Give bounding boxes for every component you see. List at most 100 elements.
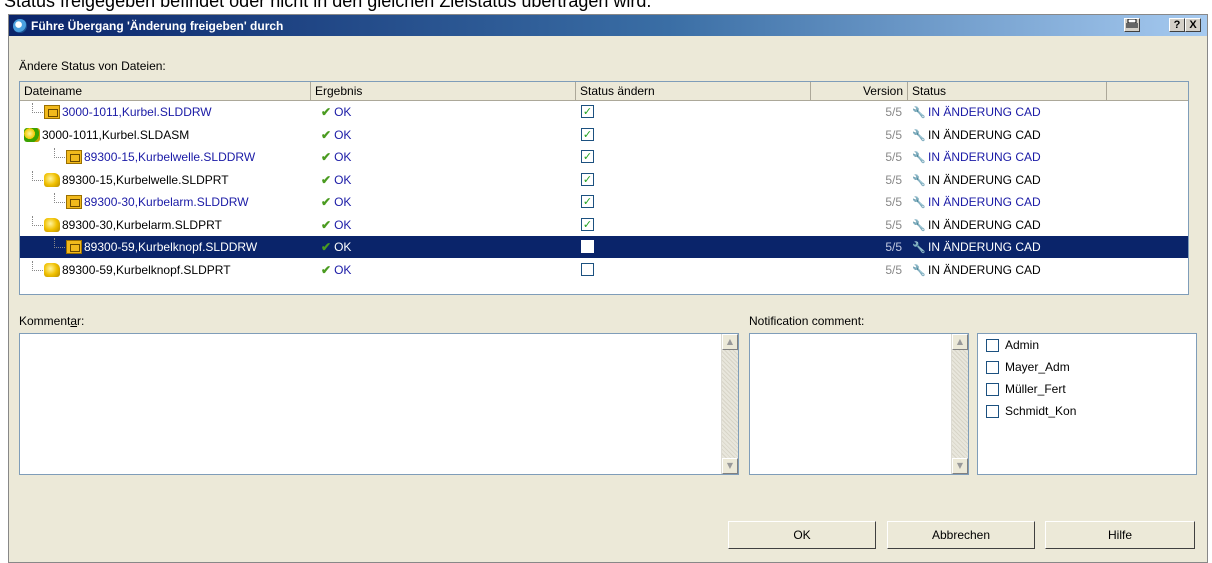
user-checkbox[interactable] xyxy=(986,338,999,352)
scroll-down-icon[interactable]: ▼ xyxy=(952,458,968,474)
user-list-item[interactable]: Schmidt_Kon xyxy=(986,404,1076,418)
version-cell: 5/5 xyxy=(885,195,902,209)
tree-line xyxy=(54,148,65,158)
column-header-filename[interactable]: Dateiname xyxy=(20,82,311,100)
user-list-item[interactable]: Mayer_Adm xyxy=(986,360,1070,374)
result-cell: ✔ OK xyxy=(321,146,351,168)
filename-cell: 89300-30,Kurbelarm.SLDPRT xyxy=(32,214,222,236)
status-text: IN ÄNDERUNG CAD xyxy=(928,105,1041,119)
version-cell: 5/5 xyxy=(885,240,902,254)
status-cell: 🔧 IN ÄNDERUNG CAD xyxy=(912,214,1041,236)
wrench-icon: 🔧 xyxy=(912,242,926,254)
drawing-icon xyxy=(44,105,60,119)
comment-textarea[interactable]: ▲ ▼ xyxy=(19,333,739,475)
table-row[interactable]: 89300-30,Kurbelarm.SLDDRW ✔ OK ✓ 5/5 🔧 IN ÄNDE… xyxy=(20,191,1188,213)
background-document-text: Status freigegeben befindet oder nicht i… xyxy=(4,0,652,11)
drawing-icon xyxy=(66,195,82,209)
checkmark-icon: ✔ xyxy=(321,217,332,232)
result-text: OK xyxy=(334,217,352,232)
wrench-icon: 🔧 xyxy=(912,219,926,232)
version-cell: 5/5 xyxy=(885,217,902,232)
filename-cell: 89300-15,Kurbelwelle.SLDDRW xyxy=(54,146,255,168)
user-checkbox[interactable] xyxy=(986,382,999,396)
change-status-checkbox[interactable]: ✓ xyxy=(581,217,594,231)
filename-cell: 89300-59,Kurbelknopf.SLDPRT xyxy=(32,259,231,281)
table-header: Dateiname Ergebnis Status ändern Version… xyxy=(20,82,1188,101)
change-status-checkbox[interactable] xyxy=(581,262,594,276)
version-cell: 5/5 xyxy=(885,127,902,142)
status-cell: 🔧 IN ÄNDERUNG CAD xyxy=(912,236,1041,258)
wrench-icon: 🔧 xyxy=(912,197,926,209)
pdm-app-icon xyxy=(13,18,27,33)
result-text: OK xyxy=(334,105,352,119)
change-status-checkbox[interactable]: ✓ xyxy=(581,127,594,141)
filename-cell: 89300-15,Kurbelwelle.SLDPRT xyxy=(32,169,229,191)
user-list-item[interactable]: Admin xyxy=(986,338,1039,352)
table-row[interactable]: 89300-30,Kurbelarm.SLDPRT ✔ OK ✓ 5/5 🔧 IN ÄNDE… xyxy=(20,214,1188,236)
transition-dialog: Führe Übergang 'Änderung freigeben' durc… xyxy=(8,14,1208,563)
tree-line xyxy=(32,215,43,226)
column-header-change-status[interactable]: Status ändern xyxy=(576,82,811,100)
assembly-icon xyxy=(24,127,40,142)
wrench-icon: 🔧 xyxy=(912,152,926,164)
table-row[interactable]: 89300-59,Kurbelknopf.SLDPRT ✔ OK 5/5 🔧 IN ÄND… xyxy=(20,259,1188,281)
notification-user-list: Admin Mayer_Adm Müller_Fert Schmidt_Kon xyxy=(977,333,1197,475)
notification-scrollbar[interactable]: ▲ ▼ xyxy=(951,334,968,474)
change-status-checkbox[interactable]: ✓ xyxy=(581,195,594,208)
column-header-status[interactable]: Status xyxy=(908,82,1107,100)
status-cell: 🔧 IN ÄNDERUNG CAD xyxy=(912,146,1041,168)
status-text: IN ÄNDERUNG CAD xyxy=(928,127,1041,142)
printer-icon[interactable] xyxy=(1124,18,1140,32)
comment-scrollbar[interactable]: ▲ ▼ xyxy=(721,334,738,474)
filename-cell: 89300-59,Kurbelknopf.SLDDRW xyxy=(54,236,257,258)
table-row[interactable]: 89300-15,Kurbelwelle.SLDDRW ✔ OK ✓ 5/5 🔧 IN ÄN… xyxy=(20,146,1188,168)
result-text: OK xyxy=(334,195,352,209)
change-status-checkbox[interactable] xyxy=(581,240,594,253)
help-dialog-button[interactable]: Hilfe xyxy=(1045,521,1195,549)
result-cell: ✔ OK xyxy=(321,191,351,213)
tree-line xyxy=(54,238,65,248)
status-cell: 🔧 IN ÄNDERUNG CAD xyxy=(912,124,1041,146)
change-status-checkbox[interactable]: ✓ xyxy=(581,150,594,163)
status-cell: 🔧 IN ÄNDERUNG CAD xyxy=(912,101,1041,123)
user-list-item[interactable]: Müller_Fert xyxy=(986,382,1066,396)
notification-text xyxy=(750,334,968,342)
filename-cell: 3000-1011,Kurbel.SLDASM xyxy=(24,124,189,146)
change-status-checkbox[interactable]: ✓ xyxy=(581,172,594,186)
table-row[interactable]: 89300-59,Kurbelknopf.SLDDRW ✔ OK 5/5 🔧 IN ÄND… xyxy=(20,236,1188,258)
user-name: Müller_Fert xyxy=(1005,382,1066,396)
scroll-down-icon[interactable]: ▼ xyxy=(722,458,738,474)
files-table: Dateiname Ergebnis Status ändern Version… xyxy=(19,81,1189,295)
checkmark-icon: ✔ xyxy=(321,105,332,119)
help-button[interactable]: ? xyxy=(1169,18,1185,32)
scroll-up-icon[interactable]: ▲ xyxy=(722,334,738,350)
status-text: IN ÄNDERUNG CAD xyxy=(928,240,1041,254)
result-text: OK xyxy=(334,150,352,164)
result-cell: ✔ OK xyxy=(321,169,351,191)
filename-cell: 3000-1011,Kurbel.SLDDRW xyxy=(32,101,212,123)
result-cell: ✔ OK xyxy=(321,236,351,258)
scroll-up-icon[interactable]: ▲ xyxy=(952,334,968,350)
result-cell: ✔ OK xyxy=(321,101,351,123)
part-icon xyxy=(44,172,60,187)
filename-text: 89300-15,Kurbelwelle.SLDDRW xyxy=(84,150,256,164)
status-cell: 🔧 IN ÄNDERUNG CAD xyxy=(912,169,1041,191)
status-cell: 🔧 IN ÄNDERUNG CAD xyxy=(912,259,1041,281)
filename-text: 89300-59,Kurbelknopf.SLDDRW xyxy=(84,240,258,254)
checkmark-icon: ✔ xyxy=(321,150,332,164)
close-button[interactable]: X xyxy=(1185,18,1201,32)
table-row[interactable]: 3000-1011,Kurbel.SLDDRW ✔ OK ✓ 5/5 🔧 IN ÄNDERU… xyxy=(20,101,1188,123)
checkmark-icon: ✔ xyxy=(321,240,332,254)
notification-label: Notification comment: xyxy=(749,314,865,328)
change-status-checkbox[interactable]: ✓ xyxy=(581,105,594,118)
column-header-filler xyxy=(1107,82,1188,100)
table-row[interactable]: 89300-15,Kurbelwelle.SLDPRT ✔ OK ✓ 5/5 🔧 IN ÄN… xyxy=(20,169,1188,191)
user-checkbox[interactable] xyxy=(986,360,999,374)
notification-textarea[interactable]: ▲ ▼ xyxy=(749,333,969,475)
column-header-result[interactable]: Ergebnis xyxy=(311,82,576,100)
column-header-version[interactable]: Version xyxy=(811,82,908,100)
ok-button[interactable]: OK xyxy=(728,521,876,549)
cancel-button[interactable]: Abbrechen xyxy=(887,521,1035,549)
user-checkbox[interactable] xyxy=(986,404,999,418)
table-row[interactable]: 3000-1011,Kurbel.SLDASM ✔ OK ✓ 5/5 🔧 IN ÄNDERU… xyxy=(20,124,1188,146)
